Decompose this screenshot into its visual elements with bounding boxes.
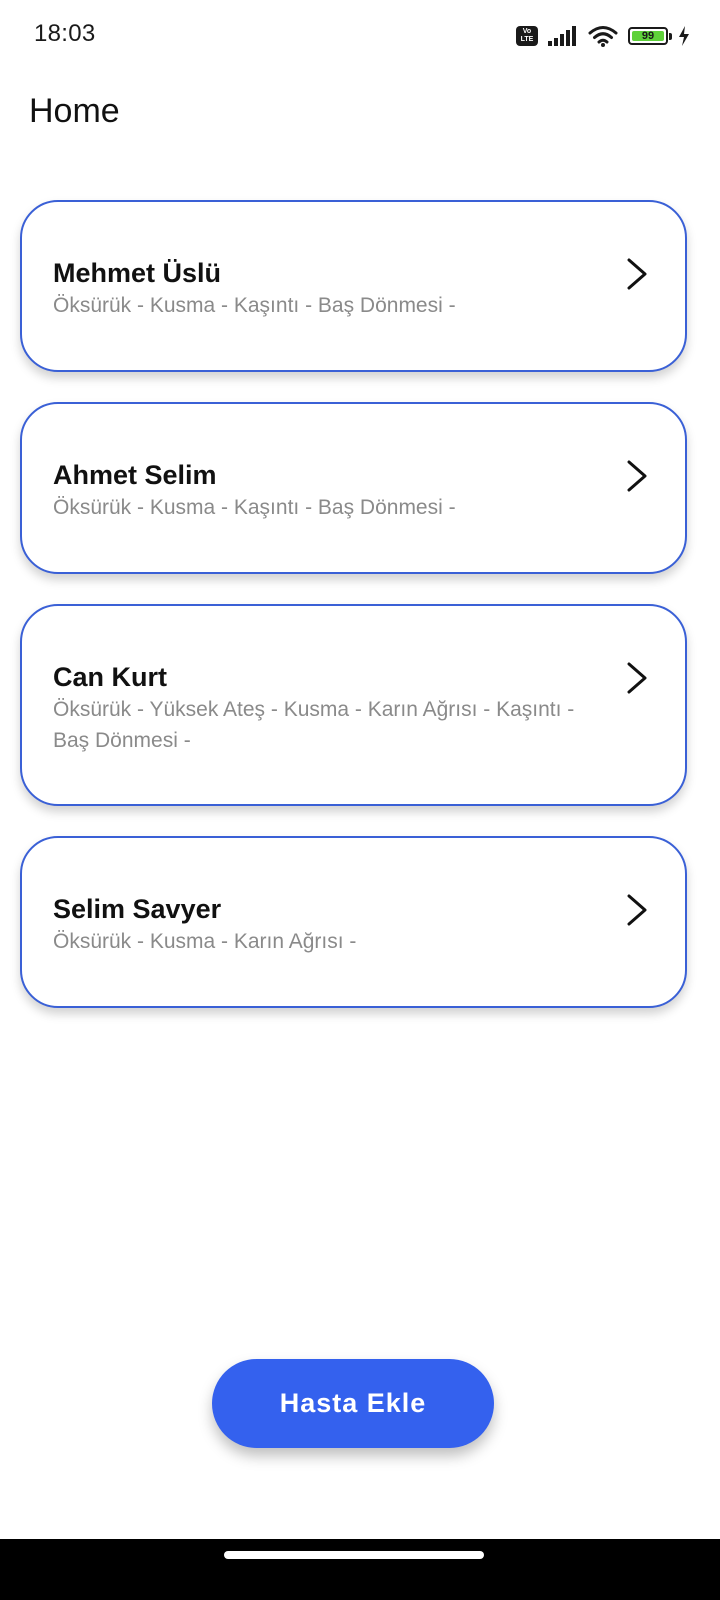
patient-symptoms: Öksürük - Kusma - Kaşıntı - Baş Dönmesi … bbox=[53, 496, 456, 519]
home-indicator[interactable] bbox=[224, 1551, 484, 1559]
charging-icon bbox=[679, 26, 689, 46]
patient-card-mehmet-uslu[interactable]: Mehmet Üslü Öksürük - Kusma - Kaşıntı - … bbox=[20, 200, 687, 372]
page-title: Home bbox=[29, 92, 120, 130]
chevron-right-icon bbox=[627, 662, 647, 694]
status-icons: Vo LTE 99 bbox=[516, 22, 690, 50]
chevron-right-icon bbox=[627, 258, 647, 290]
wifi-icon bbox=[588, 26, 618, 47]
patient-symptoms: Öksürük - Yüksek Ateş - Kusma - Karın Ağ… bbox=[53, 698, 575, 752]
navigation-bar bbox=[0, 1539, 720, 1600]
patient-card-ahmet-selim[interactable]: Ahmet Selim Öksürük - Kusma - Kaşıntı - … bbox=[20, 402, 687, 574]
battery-fill: 99 bbox=[632, 30, 664, 42]
patient-symptoms: Öksürük - Kusma - Kaşıntı - Baş Dönmesi … bbox=[53, 294, 456, 317]
patient-name: Can Kurt bbox=[53, 662, 167, 692]
patient-name: Ahmet Selim bbox=[53, 460, 217, 490]
status-time: 18:03 bbox=[34, 20, 96, 47]
patient-symptoms: Öksürük - Kusma - Karın Ağrısı - bbox=[53, 930, 357, 953]
volte-bottom-text: LTE bbox=[520, 36, 534, 43]
patient-card-can-kurt[interactable]: Can Kurt Öksürük - Yüksek Ateş - Kusma -… bbox=[20, 604, 687, 806]
volte-icon: Vo LTE bbox=[516, 26, 538, 46]
volte-top-text: Vo bbox=[522, 28, 532, 35]
battery-icon: 99 bbox=[628, 27, 672, 45]
patient-name: Mehmet Üslü bbox=[53, 258, 222, 288]
patient-card-selim-savyer[interactable]: Selim Savyer Öksürük - Kusma - Karın Ağr… bbox=[20, 836, 687, 1008]
status-bar: 18:03 Vo LTE 99 bbox=[0, 0, 720, 72]
chevron-right-icon bbox=[627, 460, 647, 492]
chevron-right-icon bbox=[627, 894, 647, 926]
signal-icon bbox=[548, 26, 576, 46]
patient-name: Selim Savyer bbox=[53, 894, 222, 924]
add-patient-button[interactable]: Hasta Ekle bbox=[212, 1359, 494, 1448]
